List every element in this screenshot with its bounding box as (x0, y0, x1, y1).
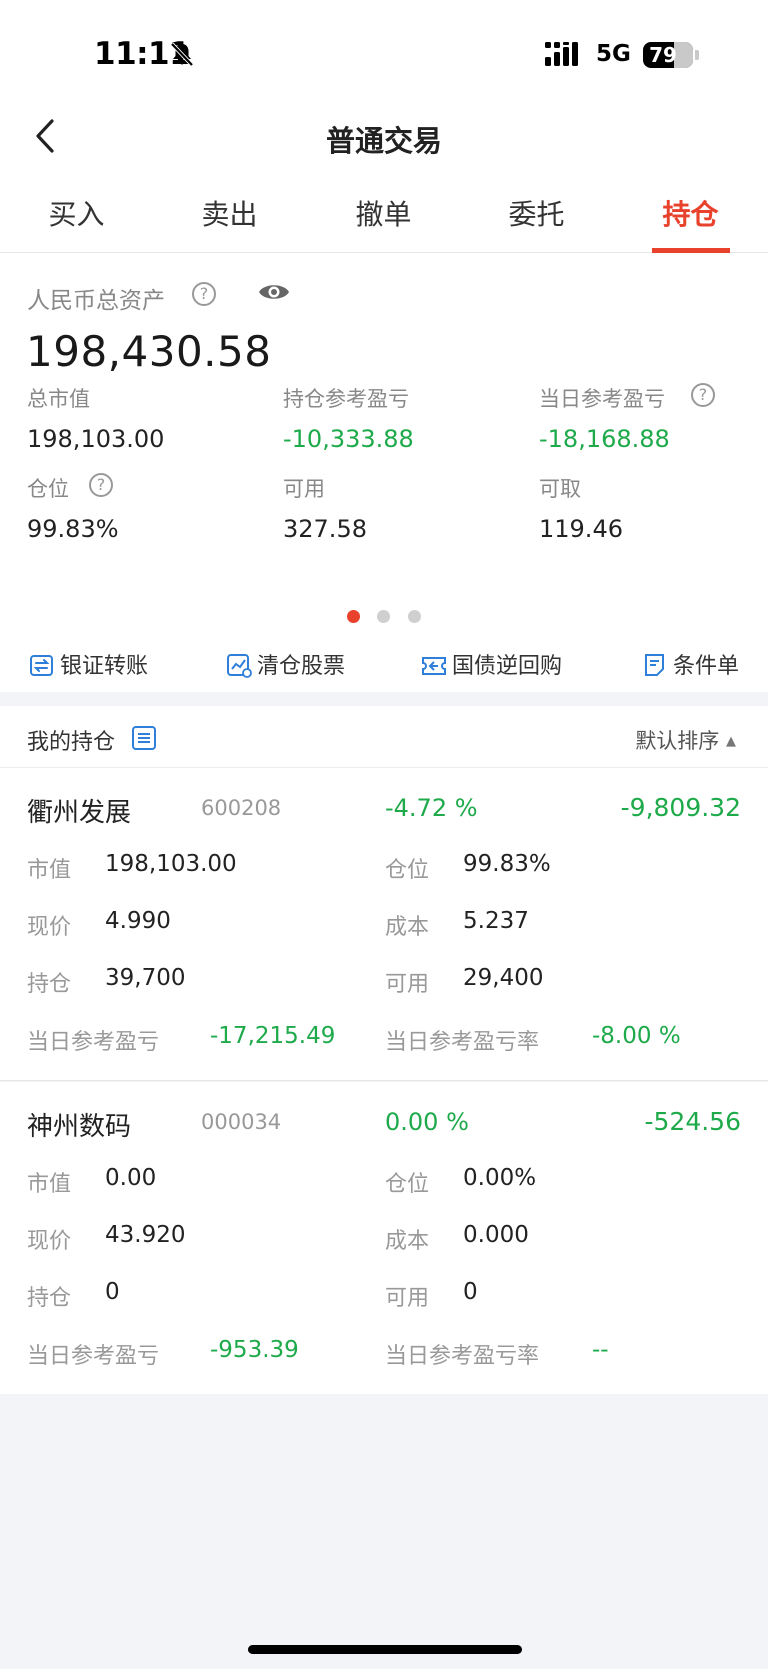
available-label: 可用 (283, 477, 325, 501)
network-type: 5G (596, 41, 631, 67)
hold-value: 0 (105, 1279, 120, 1305)
page-dot[interactable] (377, 610, 390, 623)
clear-stocks-button[interactable]: 清仓股票 (226, 648, 345, 680)
withdrawable-label: 可取 (539, 477, 581, 501)
daily-pl-label: 当日参考盈亏 (27, 1344, 160, 1369)
ticket-icon (422, 657, 446, 675)
stock-name: 衢州发展 (27, 798, 132, 828)
bell-muted-icon (170, 42, 194, 67)
withdrawable-value: 119.46 (539, 515, 623, 543)
page-indicator (0, 610, 768, 624)
total-assets-label: 人民币总资产 (27, 288, 165, 314)
page-title: 普通交易 (325, 124, 442, 158)
eye-icon[interactable] (258, 281, 290, 303)
position-ratio-label: 仓位 (27, 477, 69, 501)
stock-pl: -524.56 (644, 1107, 742, 1136)
transfer-icon (30, 655, 53, 676)
cost-value: 5.237 (463, 908, 529, 934)
position-pl-value: -10,333.88 (283, 425, 414, 453)
cost-label: 成本 (385, 915, 430, 940)
position-label: 仓位 (385, 1172, 430, 1197)
stock-change-pct: -4.72 % (385, 794, 478, 822)
sort-dropdown[interactable]: 默认排序 ▲ (635, 725, 736, 755)
price-value: 43.920 (105, 1222, 186, 1248)
price-label: 现价 (27, 915, 72, 940)
market-value: 198,103.00 (27, 425, 165, 453)
chart-clear-icon (227, 654, 252, 678)
stock-change-pct: 0.00 % (385, 1108, 469, 1136)
asset-summary: 人民币总资产 ? 198,430.58 总市值 198,103.00 持仓参考盈… (0, 253, 768, 635)
list-icon[interactable] (131, 725, 157, 751)
daily-pl-rate-value: -- (592, 1337, 609, 1363)
price-label: 现价 (27, 1229, 72, 1254)
document-icon (645, 654, 664, 676)
hold-value: 39,700 (105, 965, 186, 991)
battery-level: 79 (649, 43, 677, 67)
treasury-repo-button[interactable]: 国债逆回购 (421, 648, 562, 680)
sort-label: 默认排序 (635, 729, 720, 753)
holding-card[interactable]: 神州数码 000034 0.00 % -524.56 市值 0.00 仓位 0.… (0, 1082, 768, 1394)
daily-pl-rate-label: 当日参考盈亏率 (385, 1030, 540, 1055)
total-assets-value: 198,430.58 (26, 327, 272, 376)
holdings-title: 我的持仓 (27, 730, 116, 755)
market-value-label: 市值 (27, 1172, 72, 1197)
holdings-header: 我的持仓 默认排序 ▲ (0, 706, 768, 768)
home-indicator[interactable] (248, 1645, 522, 1654)
signal-icon (545, 42, 578, 66)
help-icon[interactable]: ? (89, 473, 113, 497)
stock-pl: -9,809.32 (620, 793, 741, 822)
available-value: 0 (463, 1279, 478, 1305)
tab-cancel[interactable]: 撤单 (307, 193, 460, 233)
bank-transfer-label: 银证转账 (60, 654, 149, 679)
stock-name: 神州数码 (27, 1112, 132, 1142)
hold-label: 持仓 (27, 972, 72, 997)
daily-pl-label: 当日参考盈亏 (539, 387, 665, 411)
nav-bar: 普通交易 (0, 100, 768, 175)
sort-arrow-icon: ▲ (726, 734, 736, 749)
tab-holdings[interactable]: 持仓 (614, 193, 767, 233)
market-value-label: 总市值 (27, 387, 90, 411)
cost-value: 0.000 (463, 1222, 529, 1248)
help-icon[interactable]: ? (192, 282, 216, 306)
page-dot[interactable] (408, 610, 421, 623)
trade-tabs: 买入 卖出 撤单 委托 持仓 (0, 175, 768, 253)
quick-actions: 银证转账 清仓股票 国债逆回购 条件单 (0, 635, 768, 692)
page-dot[interactable] (347, 610, 360, 623)
available-value: 327.58 (283, 515, 367, 543)
holding-card[interactable]: 衢州发展 600208 -4.72 % -9,809.32 市值 198,103… (0, 768, 768, 1081)
treasury-repo-label: 国债逆回购 (452, 654, 563, 679)
daily-pl-rate-value: -8.00 % (592, 1023, 681, 1049)
stock-code: 000034 (201, 1110, 282, 1134)
daily-pl-value: -17,215.49 (210, 1023, 336, 1049)
position-pl-label: 持仓参考盈亏 (283, 387, 409, 411)
market-value: 198,103.00 (105, 851, 237, 877)
market-value-label: 市值 (27, 858, 72, 883)
tab-buy[interactable]: 买入 (0, 193, 153, 233)
bank-transfer-button[interactable]: 银证转账 (29, 648, 148, 680)
daily-pl-value: -18,168.88 (539, 425, 670, 453)
conditional-order-button[interactable]: 条件单 (642, 648, 739, 680)
position-label: 仓位 (385, 858, 430, 883)
hold-label: 持仓 (27, 1286, 72, 1311)
status-bar: 11:11 5G 79 (0, 0, 768, 100)
tab-orders[interactable]: 委托 (460, 193, 613, 233)
cost-label: 成本 (385, 1229, 430, 1254)
help-icon[interactable]: ? (691, 383, 715, 407)
conditional-order-label: 条件单 (673, 654, 740, 679)
available-label: 可用 (385, 972, 430, 997)
clear-stocks-label: 清仓股票 (257, 654, 346, 679)
position-ratio-value: 99.83% (27, 515, 119, 543)
position-value: 99.83% (463, 851, 551, 877)
daily-pl-label: 当日参考盈亏 (27, 1030, 160, 1055)
market-value: 0.00 (105, 1165, 157, 1191)
daily-pl-value: -953.39 (210, 1337, 299, 1363)
daily-pl-rate-label: 当日参考盈亏率 (385, 1344, 540, 1369)
tab-sell[interactable]: 卖出 (153, 193, 306, 233)
price-value: 4.990 (105, 908, 171, 934)
available-label: 可用 (385, 1286, 430, 1311)
position-value: 0.00% (463, 1165, 537, 1191)
battery-tip (695, 50, 699, 60)
stock-code: 600208 (201, 796, 282, 820)
available-value: 29,400 (463, 965, 544, 991)
